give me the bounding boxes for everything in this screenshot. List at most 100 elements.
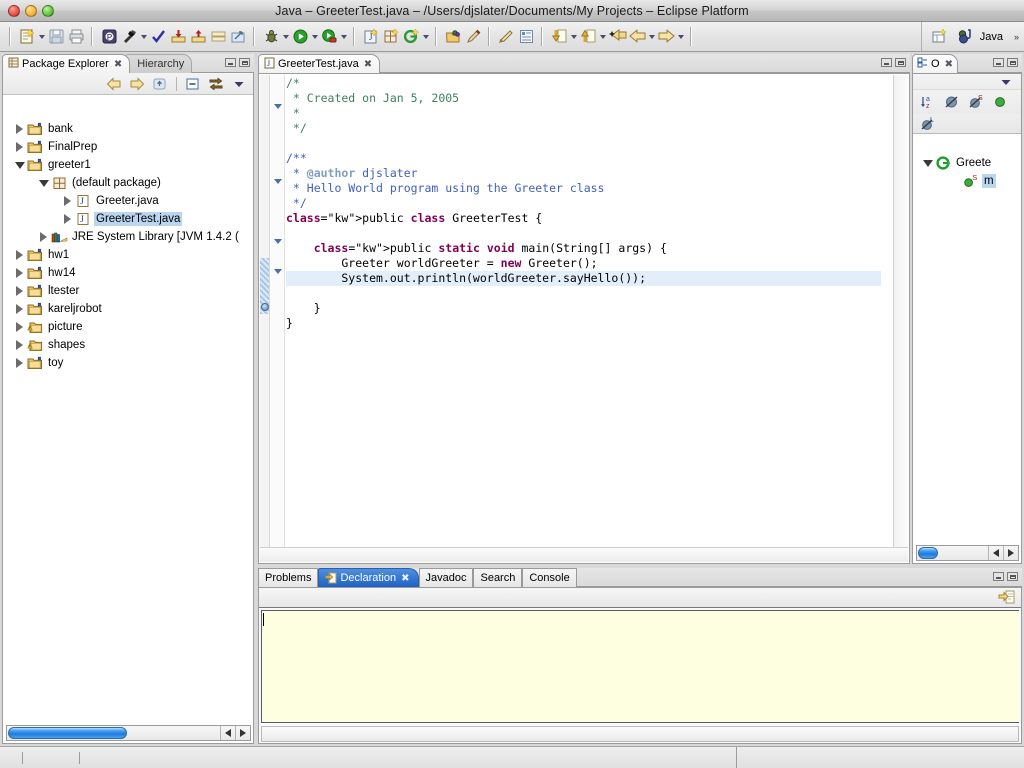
outline-tree[interactable]: GreeteSm [913, 154, 1021, 545]
tree-item-bank[interactable]: bank [7, 120, 251, 138]
back-arrow-icon[interactable] [104, 74, 124, 94]
editor-vertical-scrollbar[interactable] [893, 75, 908, 547]
scroll-left-button[interactable] [988, 546, 1003, 560]
perspective-label[interactable]: Java [980, 31, 1003, 43]
new-file-icon[interactable] [17, 27, 37, 47]
external-tool-icon[interactable] [228, 27, 248, 47]
tab-outline[interactable]: O ✖ [912, 54, 958, 73]
window-controls[interactable] [8, 5, 54, 17]
perspective-overflow-chevron[interactable]: » [1014, 32, 1018, 42]
up-arrow-doc-icon[interactable] [578, 27, 598, 47]
expand-arrow-icon[interactable] [13, 282, 26, 300]
tree-item-default-package[interactable]: (default package) [7, 174, 251, 192]
new-interface-icon[interactable] [401, 27, 421, 47]
run-external-dropdown-arrow[interactable] [339, 27, 348, 47]
debug-dropdown-arrow[interactable] [281, 27, 290, 47]
tree-item-greeter-java[interactable]: JGreeter.java [7, 192, 251, 210]
expand-arrow-icon[interactable] [61, 210, 74, 228]
hide-fields-icon[interactable] [942, 92, 962, 112]
package-explorer-tree[interactable]: bankFinalPrepgreeter1(default package)JG… [7, 116, 251, 723]
bottom-tab-javadoc[interactable]: Javadoc [419, 568, 474, 587]
maximize-editor-button[interactable] [895, 58, 906, 67]
maximize-outline-button[interactable] [1007, 58, 1018, 67]
tab-greetertest-java[interactable]: J GreeterTest.java ✖ [258, 54, 380, 73]
tree-item-shapes[interactable]: shapes [7, 336, 251, 354]
editor-folding-ruler[interactable] [271, 75, 285, 548]
open-folder-icon[interactable] [443, 27, 463, 47]
bottom-tab-declaration[interactable]: Declaration✖ [318, 568, 418, 587]
down-arrow-dropdown[interactable] [569, 27, 578, 47]
package-explorer-hscrollbar[interactable] [6, 725, 251, 741]
bottom-tab-console[interactable]: Console [522, 568, 576, 587]
up-level-icon[interactable] [150, 74, 170, 94]
chevron-down-icon[interactable] [996, 72, 1016, 92]
run-play-icon[interactable] [290, 27, 310, 47]
expand-arrow-icon[interactable] [13, 318, 26, 336]
java-perspective-icon[interactable] [955, 27, 975, 47]
outline-hscrollbar[interactable] [916, 545, 1019, 561]
source-code[interactable]: /* * Created on Jan 5, 2005 * */ /** * @… [286, 76, 881, 547]
close-icon[interactable]: ✖ [364, 59, 372, 70]
tab-hierarchy[interactable]: Hierarchy [124, 54, 192, 73]
debug-bug-icon[interactable] [261, 27, 281, 47]
minimize-editor-button[interactable] [881, 58, 892, 67]
tree-item-picture[interactable]: picture [7, 318, 251, 336]
close-icon[interactable]: ✖ [401, 573, 409, 584]
pen-icon[interactable] [463, 27, 483, 47]
sort-az-icon[interactable]: az [918, 92, 938, 112]
chevron-down-icon[interactable] [229, 74, 249, 94]
zoom-window-button[interactable] [42, 5, 54, 17]
checkmark-icon[interactable] [148, 27, 168, 47]
forward-arrow-icon[interactable] [127, 74, 147, 94]
editor-horizontal-scrollbar[interactable] [260, 547, 908, 562]
save-disk-icon[interactable] [46, 27, 66, 47]
down-arrow-doc-icon[interactable] [549, 27, 569, 47]
close-icon[interactable]: ✖ [114, 59, 122, 70]
close-window-button[interactable] [8, 5, 20, 17]
tree-item-jre-system-library-jvm-1-4-2[interactable]: JRE System Library [JVM 1.4.2 ( [7, 228, 251, 246]
hscroll-thumb[interactable] [8, 727, 127, 739]
collapse-all-icon[interactable] [183, 74, 203, 94]
new-class-icon[interactable]: J [361, 27, 381, 47]
bottom-tab-problems[interactable]: Problems [258, 568, 318, 587]
tree-item-greeter1[interactable]: greeter1 [7, 156, 251, 174]
collapse-arrow-icon[interactable] [37, 174, 50, 192]
declaration-content-area[interactable] [261, 610, 1019, 723]
tree-item-finalprep[interactable]: FinalPrep [7, 138, 251, 156]
minimize-bottom-button[interactable] [993, 572, 1004, 581]
outline-item[interactable]: Sm [913, 172, 1021, 190]
expand-arrow-icon[interactable] [13, 300, 26, 318]
collapse-arrow-icon[interactable] [13, 156, 26, 174]
hide-local-icon[interactable]: L [918, 114, 938, 134]
last-edit-icon[interactable] [607, 27, 627, 47]
printer-icon[interactable] [66, 27, 86, 47]
scroll-right-button[interactable] [1003, 546, 1018, 560]
new-package-icon[interactable] [381, 27, 401, 47]
brush-icon[interactable] [496, 27, 516, 47]
export-icon[interactable] [188, 27, 208, 47]
hide-nonpublic-icon[interactable] [990, 92, 1010, 112]
expand-arrow-icon[interactable] [13, 138, 26, 156]
tree-item-hw1[interactable]: hw1 [7, 246, 251, 264]
properties-icon[interactable] [516, 27, 536, 47]
declaration-arrow-icon[interactable] [996, 588, 1016, 608]
scroll-left-button[interactable] [220, 726, 235, 740]
back-arrow-icon[interactable] [627, 27, 647, 47]
build-dropdown-arrow[interactable] [139, 27, 148, 47]
scroll-right-button[interactable] [235, 726, 250, 740]
minimize-outline-button[interactable] [993, 58, 1004, 67]
close-icon[interactable]: ✖ [945, 59, 953, 70]
expand-arrow-icon[interactable] [13, 264, 26, 282]
tab-package-explorer[interactable]: Package Explorer ✖ [2, 54, 130, 73]
up-arrow-dropdown[interactable] [598, 27, 607, 47]
maximize-view-button[interactable] [239, 58, 250, 67]
declaration-hscrollbar[interactable] [261, 726, 1019, 742]
expand-arrow-icon[interactable] [13, 246, 26, 264]
import-icon[interactable] [168, 27, 188, 47]
minimize-window-button[interactable] [25, 5, 37, 17]
hscroll-track[interactable] [7, 726, 220, 740]
new-interface-dropdown-arrow[interactable] [421, 27, 430, 47]
forward-dropdown-arrow[interactable] [676, 27, 685, 47]
expand-arrow-icon[interactable] [13, 354, 26, 372]
tree-item-hw14[interactable]: hw14 [7, 264, 251, 282]
